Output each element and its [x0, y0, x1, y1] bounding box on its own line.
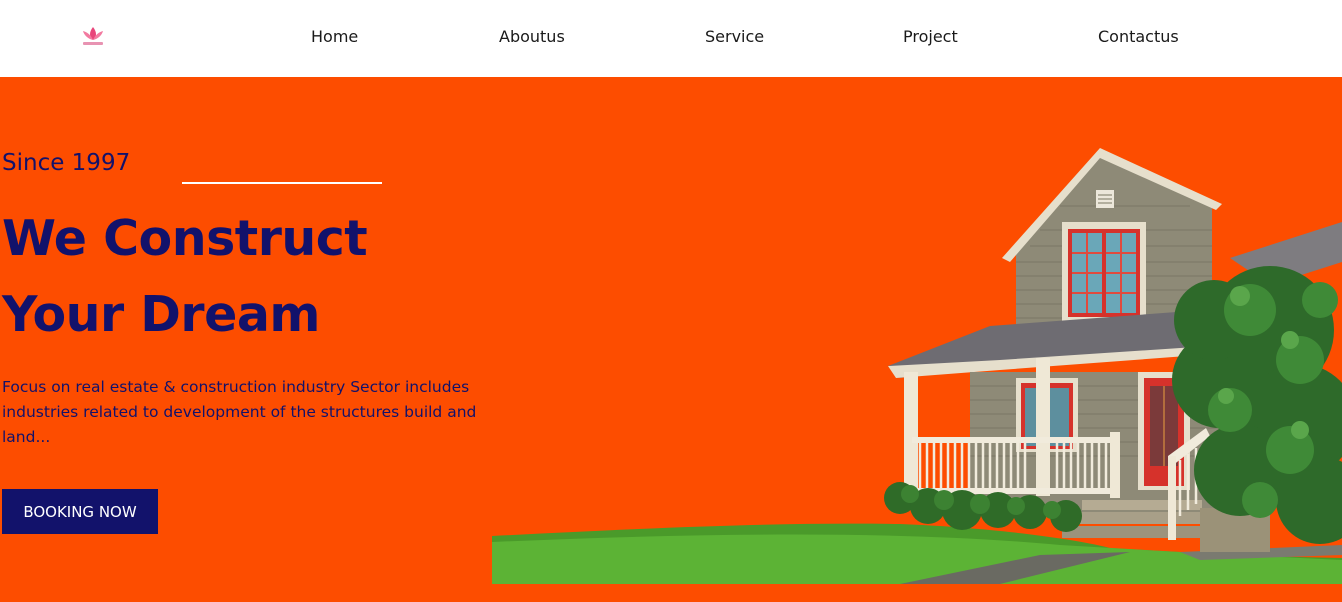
nav-link-home[interactable]: Home [311, 27, 358, 46]
hero-headline-line1: We Construct [2, 210, 368, 267]
booking-now-button[interactable]: BOOKING NOW [2, 489, 158, 534]
logo[interactable] [78, 24, 108, 48]
navbar: Home Aboutus Service Project Contactus [0, 0, 1342, 78]
nav-link-aboutus[interactable]: Aboutus [499, 27, 565, 46]
nav-link-service[interactable]: Service [705, 27, 764, 46]
since-text: Since 1997 [2, 150, 131, 176]
nav-link-project[interactable]: Project [903, 27, 958, 46]
lotus-logo-icon [83, 27, 103, 45]
since-divider-line [182, 182, 382, 184]
hero-description: Focus on real estate & construction indu… [2, 378, 477, 446]
hero-section: Since 1997 We Construct Your Dream Focus… [0, 77, 1342, 602]
hero-headline-line2: Your Dream [2, 286, 320, 343]
nav-link-contactus[interactable]: Contactus [1098, 27, 1179, 46]
house-illustration [492, 148, 1342, 584]
